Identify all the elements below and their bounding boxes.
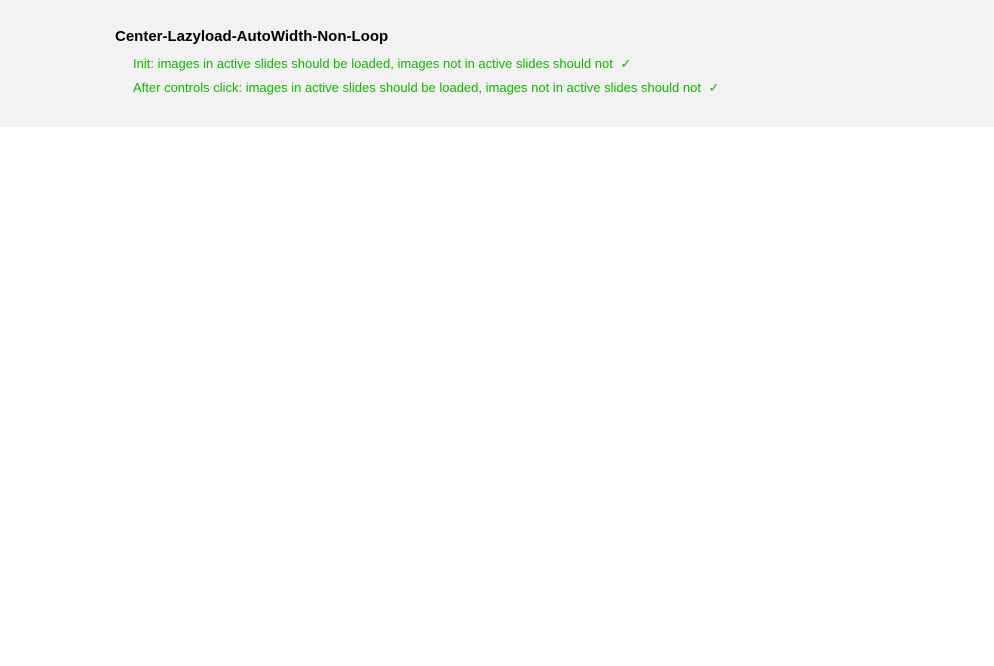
result-item: Init: images in active slides should be …: [133, 55, 994, 73]
result-text: Init: images in active slides should be …: [133, 56, 613, 71]
result-text: After controls click: images in active s…: [133, 80, 701, 95]
check-icon: ✓: [709, 80, 720, 95]
panel-title: Center-Lazyload-AutoWidth-Non-Loop: [115, 28, 994, 45]
result-item: After controls click: images in active s…: [133, 79, 994, 97]
panel-inner: Center-Lazyload-AutoWidth-Non-Loop Init:…: [115, 28, 994, 97]
check-icon: ✓: [620, 56, 631, 71]
test-panel: Center-Lazyload-AutoWidth-Non-Loop Init:…: [0, 0, 994, 127]
result-list: Init: images in active slides should be …: [133, 55, 994, 97]
